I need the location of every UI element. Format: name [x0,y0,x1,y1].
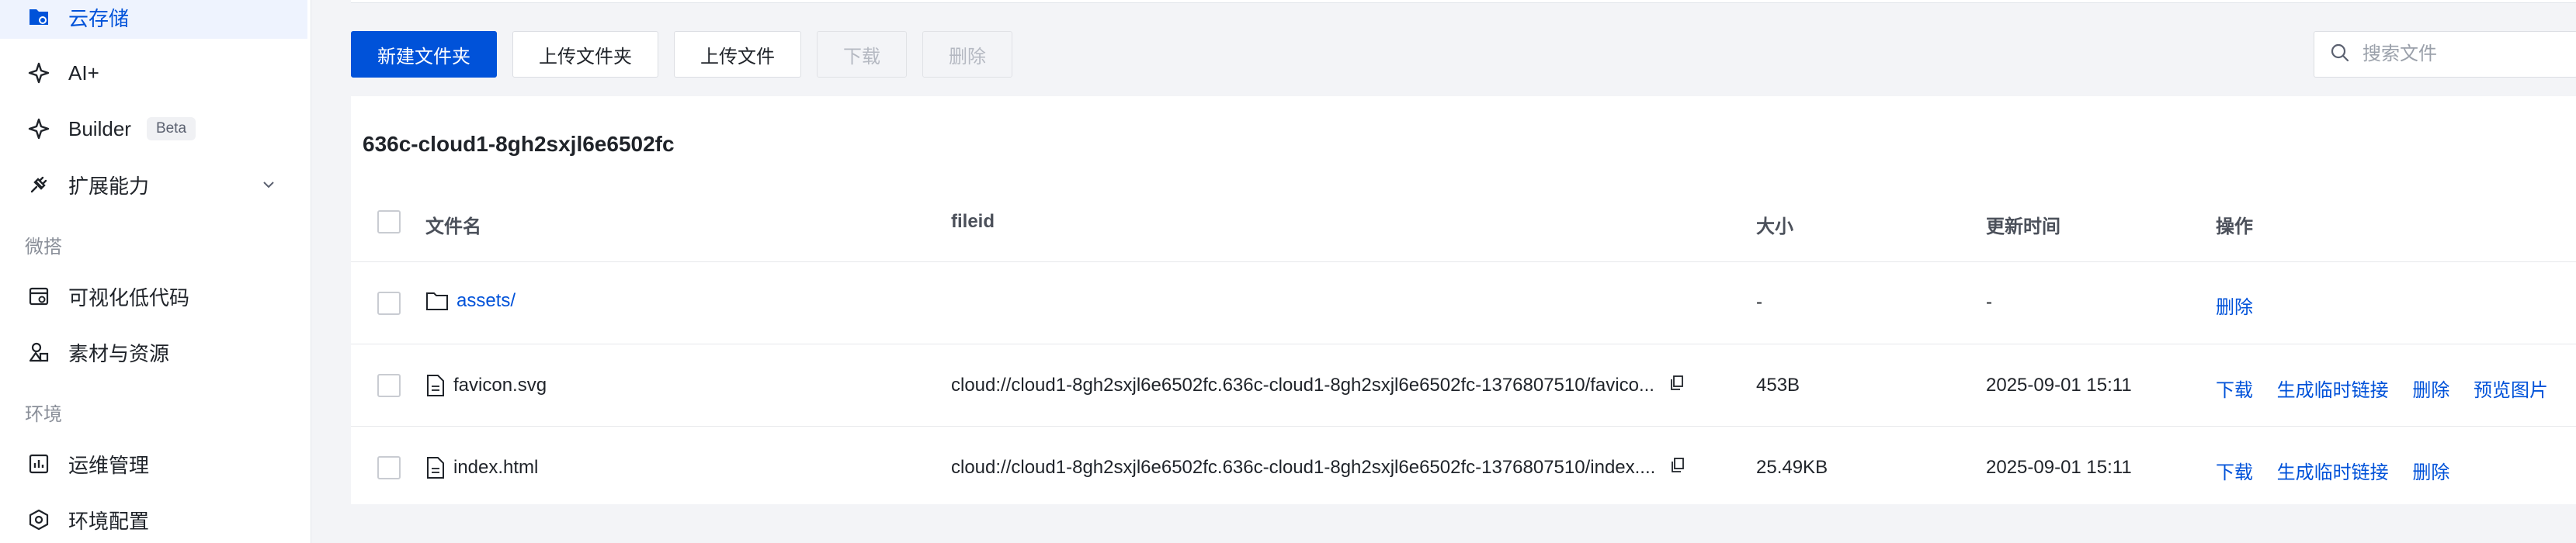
temp-link-link[interactable]: 生成临时链接 [2277,462,2389,483]
top-divider [351,0,2576,3]
size-cell: 25.49KB [1756,457,1828,478]
delete-link[interactable]: 删除 [2412,462,2449,483]
fileid-cell: cloud://cloud1-8gh2sxjl6e6502fc.636c-clo… [951,375,1685,397]
sidebar-item-ops[interactable]: 运维管理 [0,442,307,486]
download-link[interactable]: 下载 [2216,462,2253,483]
delete-link[interactable]: 删除 [2216,297,2253,318]
settings-cube-icon [25,506,53,534]
copy-icon[interactable] [1670,458,1686,479]
size-cell: - [1756,292,1762,313]
file-name: index.html [453,457,539,478]
shapes-icon [25,338,53,366]
file-name-cell: index.html [425,456,538,479]
sidebar-item-label: Builder [68,116,131,140]
row-checkbox[interactable] [377,374,401,397]
file-name-cell: assets/ [425,290,516,312]
size-cell: 453B [1756,375,1800,396]
fileid-text: cloud://cloud1-8gh2sxjl6e6502fc.636c-clo… [951,375,1654,396]
sidebar-item-lowcode[interactable]: 可视化低代码 [0,275,307,318]
sidebar-item-label: 运维管理 [68,453,150,477]
sidebar-item-label: 云存储 [68,6,130,30]
sidebar-item-label: 环境配置 [68,509,150,533]
search-box[interactable] [2314,31,2576,78]
upload-folder-button[interactable]: 上传文件夹 [512,31,658,78]
file-name: favicon.svg [453,375,547,396]
sidebar-item-extensions[interactable]: 扩展能力 [0,163,307,206]
column-header-size: 大小 [1756,216,1793,237]
chart-icon [25,450,53,478]
plug-icon [25,171,53,199]
column-header-ops: 操作 [2216,216,2253,237]
sidebar-item-label: 扩展能力 [68,174,150,198]
sidebar-item-cloud-storage[interactable]: 云存储 [0,0,307,39]
column-header-name: 文件名 [425,216,481,237]
download-link[interactable]: 下载 [2216,380,2253,401]
sparkle-icon [25,115,53,143]
file-panel: 636c-cloud1-8gh2sxjl6e6502fc 文件名 fileid … [351,96,2576,504]
table-header: 文件名 fileid 大小 更新时间 操作 [351,182,2576,262]
folder-icon [425,290,449,312]
download-button[interactable]: 下载 [817,31,907,78]
sidebar-item-builder[interactable]: Builder Beta [0,107,307,150]
select-all-checkbox[interactable] [377,210,401,233]
file-icon [425,456,446,479]
search-icon [2330,43,2350,67]
sidebar-item-label: 可视化低代码 [68,285,190,310]
fileid-cell: cloud://cloud1-8gh2sxjl6e6502fc.636c-clo… [951,457,1686,479]
new-folder-button[interactable]: 新建文件夹 [351,31,497,78]
ops-cell: 下载 生成临时链接 删除 [2216,457,2468,484]
cloud-storage-icon [25,3,53,31]
updated-cell: - [1986,292,1992,313]
preview-image-link[interactable]: 预览图片 [2474,380,2548,401]
ops-cell: 删除 [2216,292,2272,319]
sidebar-item-env-config[interactable]: 环境配置 [0,498,307,541]
ops-cell: 下载 生成临时链接 删除 预览图片 [2216,375,2567,402]
row-checkbox[interactable] [377,292,401,315]
section-label-env: 环境 [25,404,62,425]
column-header-updated: 更新时间 [1986,216,2060,237]
sidebar-item-label: AI+ [68,61,99,85]
browser-icon [25,282,53,310]
file-icon [425,374,446,397]
beta-badge: Beta [146,117,196,140]
copy-icon[interactable] [1669,375,1685,396]
table-row: favicon.svg cloud://cloud1-8gh2sxjl6e650… [351,344,2576,427]
updated-cell: 2025-09-01 15:11 [1986,375,2132,396]
sparkle-icon [25,59,53,87]
delete-link[interactable]: 删除 [2412,380,2449,401]
upload-file-button[interactable]: 上传文件 [674,31,801,78]
bucket-name: 636c-cloud1-8gh2sxjl6e6502fc [363,132,675,156]
sidebar: 云存储 AI+ Builder Beta 扩展能力 微搭 可视化低代码 素材与资 [0,0,311,543]
sidebar-item-materials[interactable]: 素材与资源 [0,330,307,374]
table-row: assets/ - - 删除 [351,262,2576,344]
chevron-down-icon[interactable] [261,177,276,196]
file-name-cell: favicon.svg [425,374,547,397]
table-row: index.html cloud://cloud1-8gh2sxjl6e6502… [351,427,2576,504]
sidebar-item-ai[interactable]: AI+ [0,51,307,95]
folder-link[interactable]: assets/ [457,290,516,312]
section-label-micro: 微搭 [25,237,62,258]
delete-button[interactable]: 删除 [922,31,1012,78]
updated-cell: 2025-09-01 15:11 [1986,457,2132,478]
column-header-fileid: fileid [951,211,995,232]
search-input[interactable] [2361,43,2566,66]
row-checkbox[interactable] [377,456,401,479]
fileid-text: cloud://cloud1-8gh2sxjl6e6502fc.636c-clo… [951,457,1656,478]
sidebar-item-label: 素材与资源 [68,341,170,365]
temp-link-link[interactable]: 生成临时链接 [2277,380,2389,401]
